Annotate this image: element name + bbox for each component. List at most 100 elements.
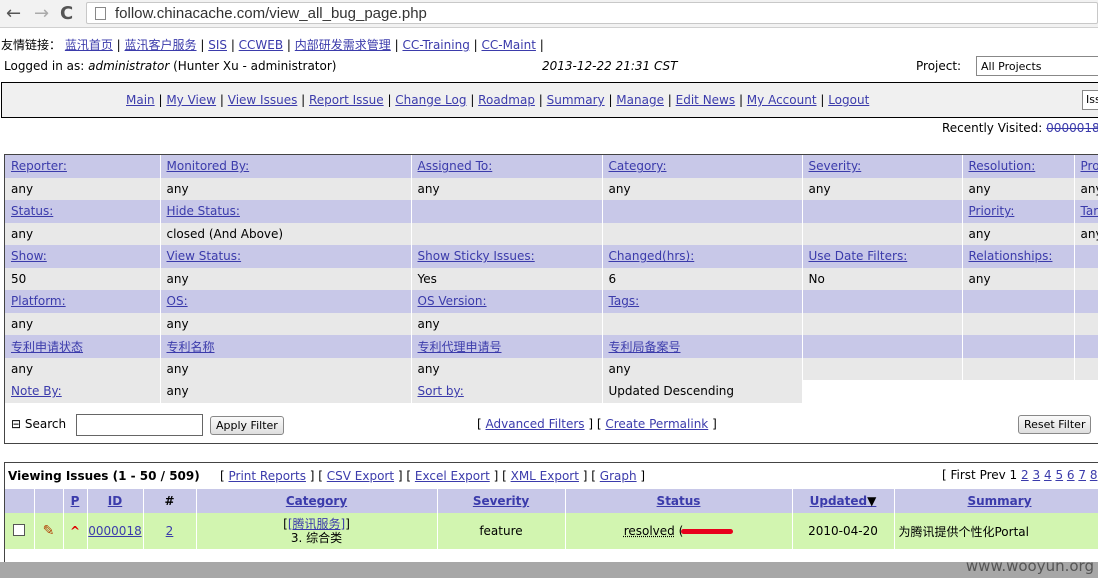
filter-label-link[interactable]: Pro — [1081, 159, 1098, 173]
col-category[interactable]: Category — [196, 489, 438, 513]
permalink-link[interactable]: Create Permalink — [605, 417, 708, 431]
back-icon[interactable]: ← — [6, 3, 21, 24]
filter-label-link[interactable]: Monitored By: — [167, 159, 250, 173]
notes-count-link[interactable]: 2 — [166, 524, 174, 538]
menu-item-my-account[interactable]: My Account — [747, 93, 817, 107]
col-updated-label: Updated — [809, 494, 868, 508]
link-1[interactable]: 蓝汛客户服务 — [125, 38, 197, 52]
col-priority[interactable]: P — [63, 489, 88, 513]
project-select[interactable]: All Projects — [976, 56, 1098, 76]
col-updated[interactable]: Updated▼ — [792, 489, 895, 513]
list-action-excel-export[interactable]: Excel Export — [415, 469, 490, 483]
filter-label-link[interactable]: Use Date Filters: — [809, 249, 908, 263]
filter-label-link[interactable]: Tags: — [609, 294, 640, 308]
link-4[interactable]: 内部研发需求管理 — [295, 38, 391, 52]
filter-label-link[interactable]: Hide Status: — [167, 204, 240, 218]
user-detail: (Hunter Xu - administrator) — [173, 59, 337, 73]
filter-label-link[interactable]: Changed(hrs): — [609, 249, 695, 263]
filter-row: Note By: any Sort by: Updated Descending — [5, 380, 1098, 403]
filter-label-link[interactable]: Resolution: — [969, 159, 1036, 173]
row-select[interactable] — [5, 513, 35, 549]
menu-item-report-issue[interactable]: Report Issue — [309, 93, 384, 107]
filter-label-link[interactable]: Priority: — [969, 204, 1015, 218]
filter-cell: any — [962, 177, 1075, 200]
page-link[interactable]: 2 — [1021, 468, 1029, 482]
filter-label-link[interactable]: Platform: — [11, 294, 66, 308]
apply-filter-button[interactable]: Apply Filter — [210, 416, 284, 435]
list-action-csv-export[interactable]: CSV Export — [327, 469, 394, 483]
filter-label-link[interactable]: Tar — [1081, 204, 1098, 218]
filter-cell: any — [962, 267, 1075, 290]
filter-label-link[interactable]: Sort by: — [418, 384, 464, 398]
filter-label-link[interactable]: View Status: — [167, 249, 242, 263]
list-action-xml-export[interactable]: XML Export — [511, 469, 579, 483]
menu-item-roadmap[interactable]: Roadmap — [478, 93, 535, 107]
filter-cell: closed (And Above) — [160, 222, 412, 245]
filter-row: 50 any Yes 6 No any — [5, 267, 1098, 290]
filter-cell — [802, 200, 963, 223]
menu-item-main[interactable]: Main — [126, 93, 155, 107]
filter-label-link[interactable]: 专利局备案号 — [609, 340, 681, 354]
link-0[interactable]: 蓝汛首页 — [65, 38, 113, 52]
col-summary[interactable]: Summary — [894, 489, 1098, 513]
reset-filter-button[interactable]: Reset Filter — [1018, 415, 1092, 434]
menu-item-manage[interactable]: Manage — [616, 93, 664, 107]
jump-input[interactable]: Iss — [1082, 90, 1098, 110]
address-bar[interactable]: follow.chinacache.com/view_all_bug_page.… — [86, 2, 1098, 24]
menu-item-my-view[interactable]: My View — [166, 93, 216, 107]
col-status[interactable]: Status — [565, 489, 793, 513]
menu-item-change-log[interactable]: Change Log — [395, 93, 466, 107]
filter-cell — [602, 312, 803, 335]
filter-label-link[interactable]: 专利名称 — [167, 340, 215, 354]
search-input[interactable] — [76, 414, 203, 436]
recent-issue-link[interactable]: 0000018 — [1046, 121, 1098, 135]
page-link[interactable]: 6 — [1067, 468, 1075, 482]
list-action-graph[interactable]: Graph — [600, 469, 637, 483]
menu-item-logout[interactable]: Logout — [828, 93, 869, 107]
filter-label-link[interactable]: OS: — [167, 294, 188, 308]
advanced-filters-link[interactable]: Advanced Filters — [486, 417, 585, 431]
page-link[interactable]: 7 — [1078, 468, 1086, 482]
col-id[interactable]: ID — [87, 489, 144, 513]
page-link[interactable]: 8 — [1090, 468, 1098, 482]
col-severity[interactable]: Severity — [437, 489, 566, 513]
page-link[interactable]: 5 — [1055, 468, 1063, 482]
menu-item-edit-news[interactable]: Edit News — [676, 93, 735, 107]
forward-icon[interactable]: → — [34, 3, 49, 24]
filter-label-link[interactable]: 专利代理申请号 — [418, 340, 502, 354]
link-3[interactable]: CCWEB — [239, 38, 283, 52]
filter-label-link[interactable]: Reporter: — [11, 159, 67, 173]
list-action-print-reports[interactable]: Print Reports — [229, 469, 306, 483]
filter-cell — [1074, 335, 1098, 358]
filter-label-link[interactable]: Severity: — [809, 159, 862, 173]
filter-label-link[interactable]: OS Version: — [418, 294, 487, 308]
link-5[interactable]: CC-Training — [402, 38, 469, 52]
issue-id-link[interactable]: 0000018 — [88, 524, 141, 538]
edit-icon[interactable]: ✎ — [34, 513, 64, 549]
filter-cell — [802, 312, 963, 335]
table-row[interactable]: ✎ ^ 0000018 2 [[腾讯服务]] 3. 综合类 feature res… — [5, 513, 1098, 549]
category-project-link[interactable]: [腾讯服务] — [288, 517, 345, 531]
filter-label-link[interactable]: Category: — [609, 159, 667, 173]
filter-label-link[interactable]: 专利申请状态 — [11, 340, 83, 354]
link-2[interactable]: SIS — [208, 38, 227, 52]
filter-label-link[interactable]: Status: — [11, 204, 53, 218]
filter-cell — [1074, 267, 1098, 290]
filter-cell: any — [411, 177, 603, 200]
filter-cell: Tar — [1074, 200, 1098, 223]
page-link[interactable]: 4 — [1044, 468, 1052, 482]
summary-cell[interactable]: 为腾讯提供个性化Portal — [894, 513, 1098, 549]
redaction-mark — [681, 529, 734, 534]
filter-label-link[interactable]: Show Sticky Issues: — [418, 249, 535, 263]
filter-label-link[interactable]: Relationships: — [969, 249, 1053, 263]
reload-icon[interactable]: C — [60, 3, 73, 24]
col-notes[interactable]: # — [143, 489, 197, 513]
filter-label-link[interactable]: Assigned To: — [418, 159, 493, 173]
page-link[interactable]: 3 — [1033, 468, 1041, 482]
filter-label-link[interactable]: Show: — [11, 249, 47, 263]
menu-item-summary[interactable]: Summary — [547, 93, 605, 107]
menu-item-view-issues[interactable]: View Issues — [228, 93, 298, 107]
link-6[interactable]: CC-Maint — [481, 38, 535, 52]
row-checkbox[interactable] — [13, 523, 26, 536]
filter-label-link[interactable]: Note By: — [11, 384, 62, 398]
